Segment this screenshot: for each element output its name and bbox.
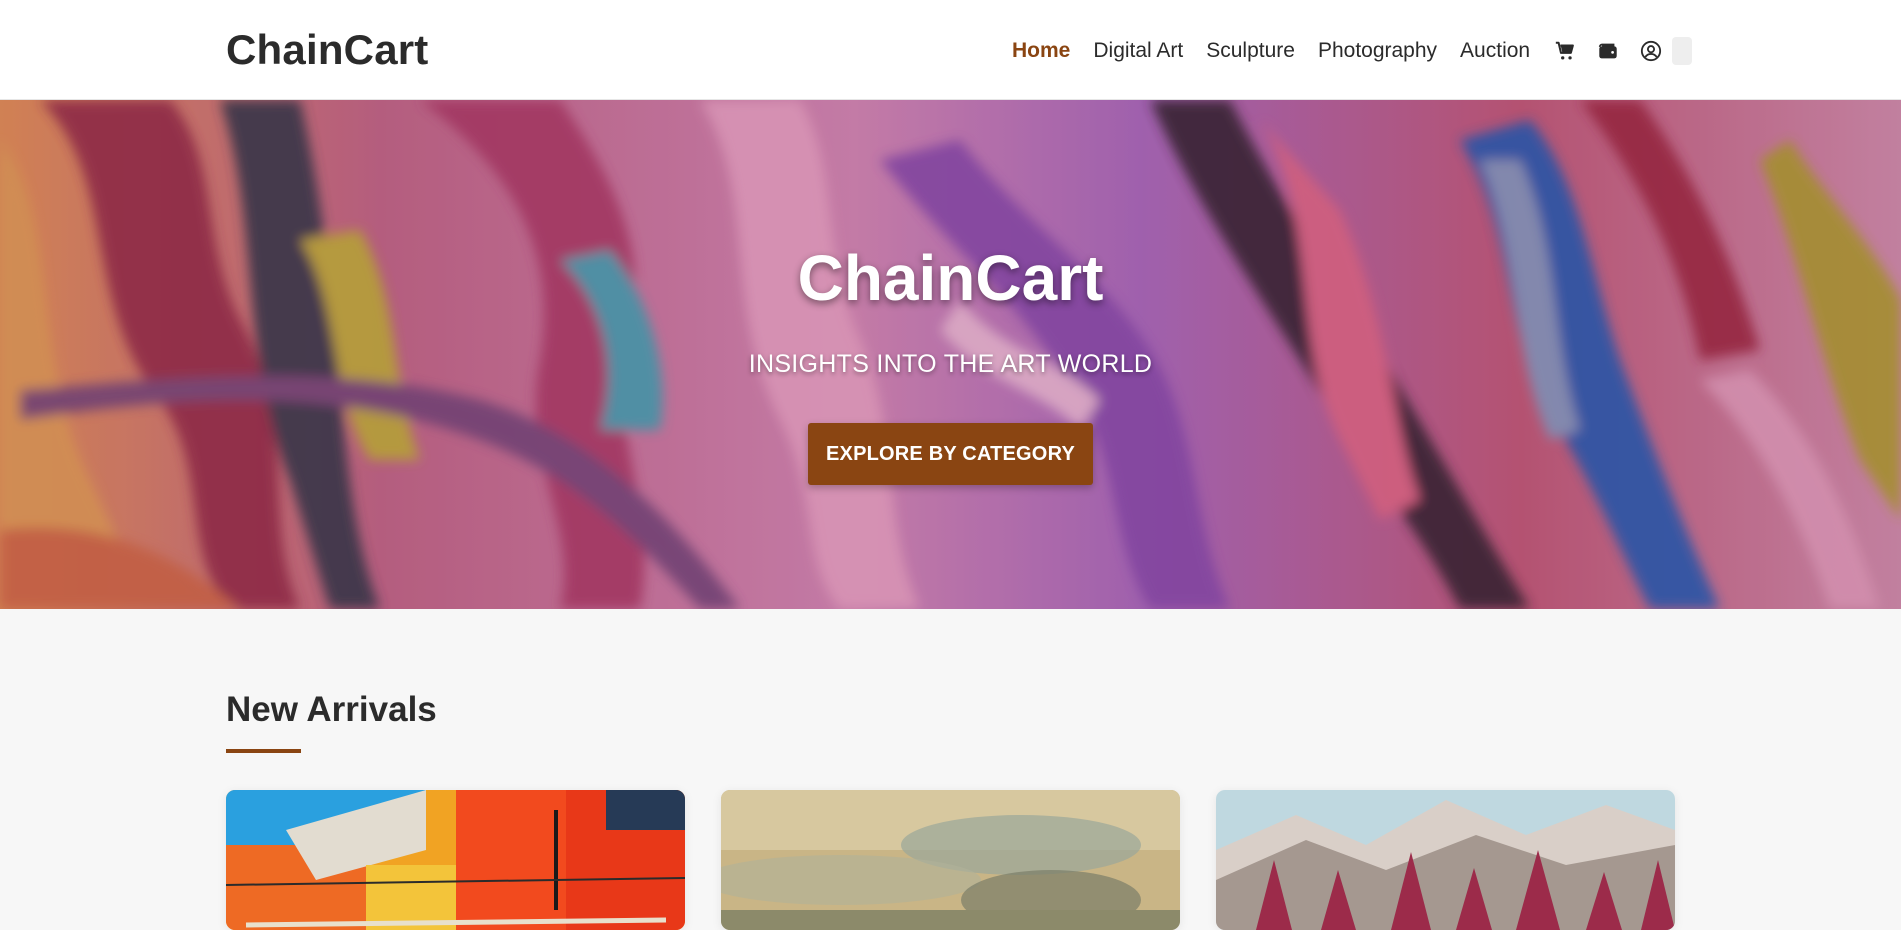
artwork-card-3[interactable] [1216, 790, 1675, 930]
artwork-card-2[interactable] [721, 790, 1180, 930]
nav-link-home[interactable]: Home [1012, 39, 1070, 63]
section-title-new-arrivals: New Arrivals [226, 690, 437, 729]
nav-link-auction[interactable]: Auction [1460, 39, 1530, 63]
profile-menu-toggle[interactable] [1672, 37, 1693, 65]
site-header: ChainCart Home Digital Art Sculpture Pho… [0, 0, 1901, 100]
site-logo[interactable]: ChainCart [226, 26, 429, 74]
artwork-card-1[interactable] [226, 790, 685, 930]
section-title-underline [226, 749, 301, 753]
artwork-image-abstract [226, 790, 685, 930]
artwork-image-mountains [1216, 790, 1675, 930]
artwork-image-landscape [721, 790, 1180, 930]
nav-link-photography[interactable]: Photography [1318, 39, 1437, 63]
hero-subtitle: INSIGHTS INTO THE ART WORLD [748, 350, 1153, 378]
user-circle-icon[interactable] [1639, 39, 1663, 63]
nav-link-digital-art[interactable]: Digital Art [1093, 39, 1183, 63]
nav-link-sculpture[interactable]: Sculpture [1206, 39, 1295, 63]
main-nav: Home Digital Art Sculpture Photography A… [1012, 36, 1693, 66]
hero-title: ChainCart [797, 242, 1104, 314]
cart-icon[interactable] [1553, 39, 1577, 63]
hero-banner: ChainCart INSIGHTS INTO THE ART WORLD EX… [0, 100, 1901, 609]
explore-by-category-button[interactable]: EXPLORE BY CATEGORY [808, 423, 1093, 485]
wallet-icon[interactable] [1596, 39, 1620, 63]
